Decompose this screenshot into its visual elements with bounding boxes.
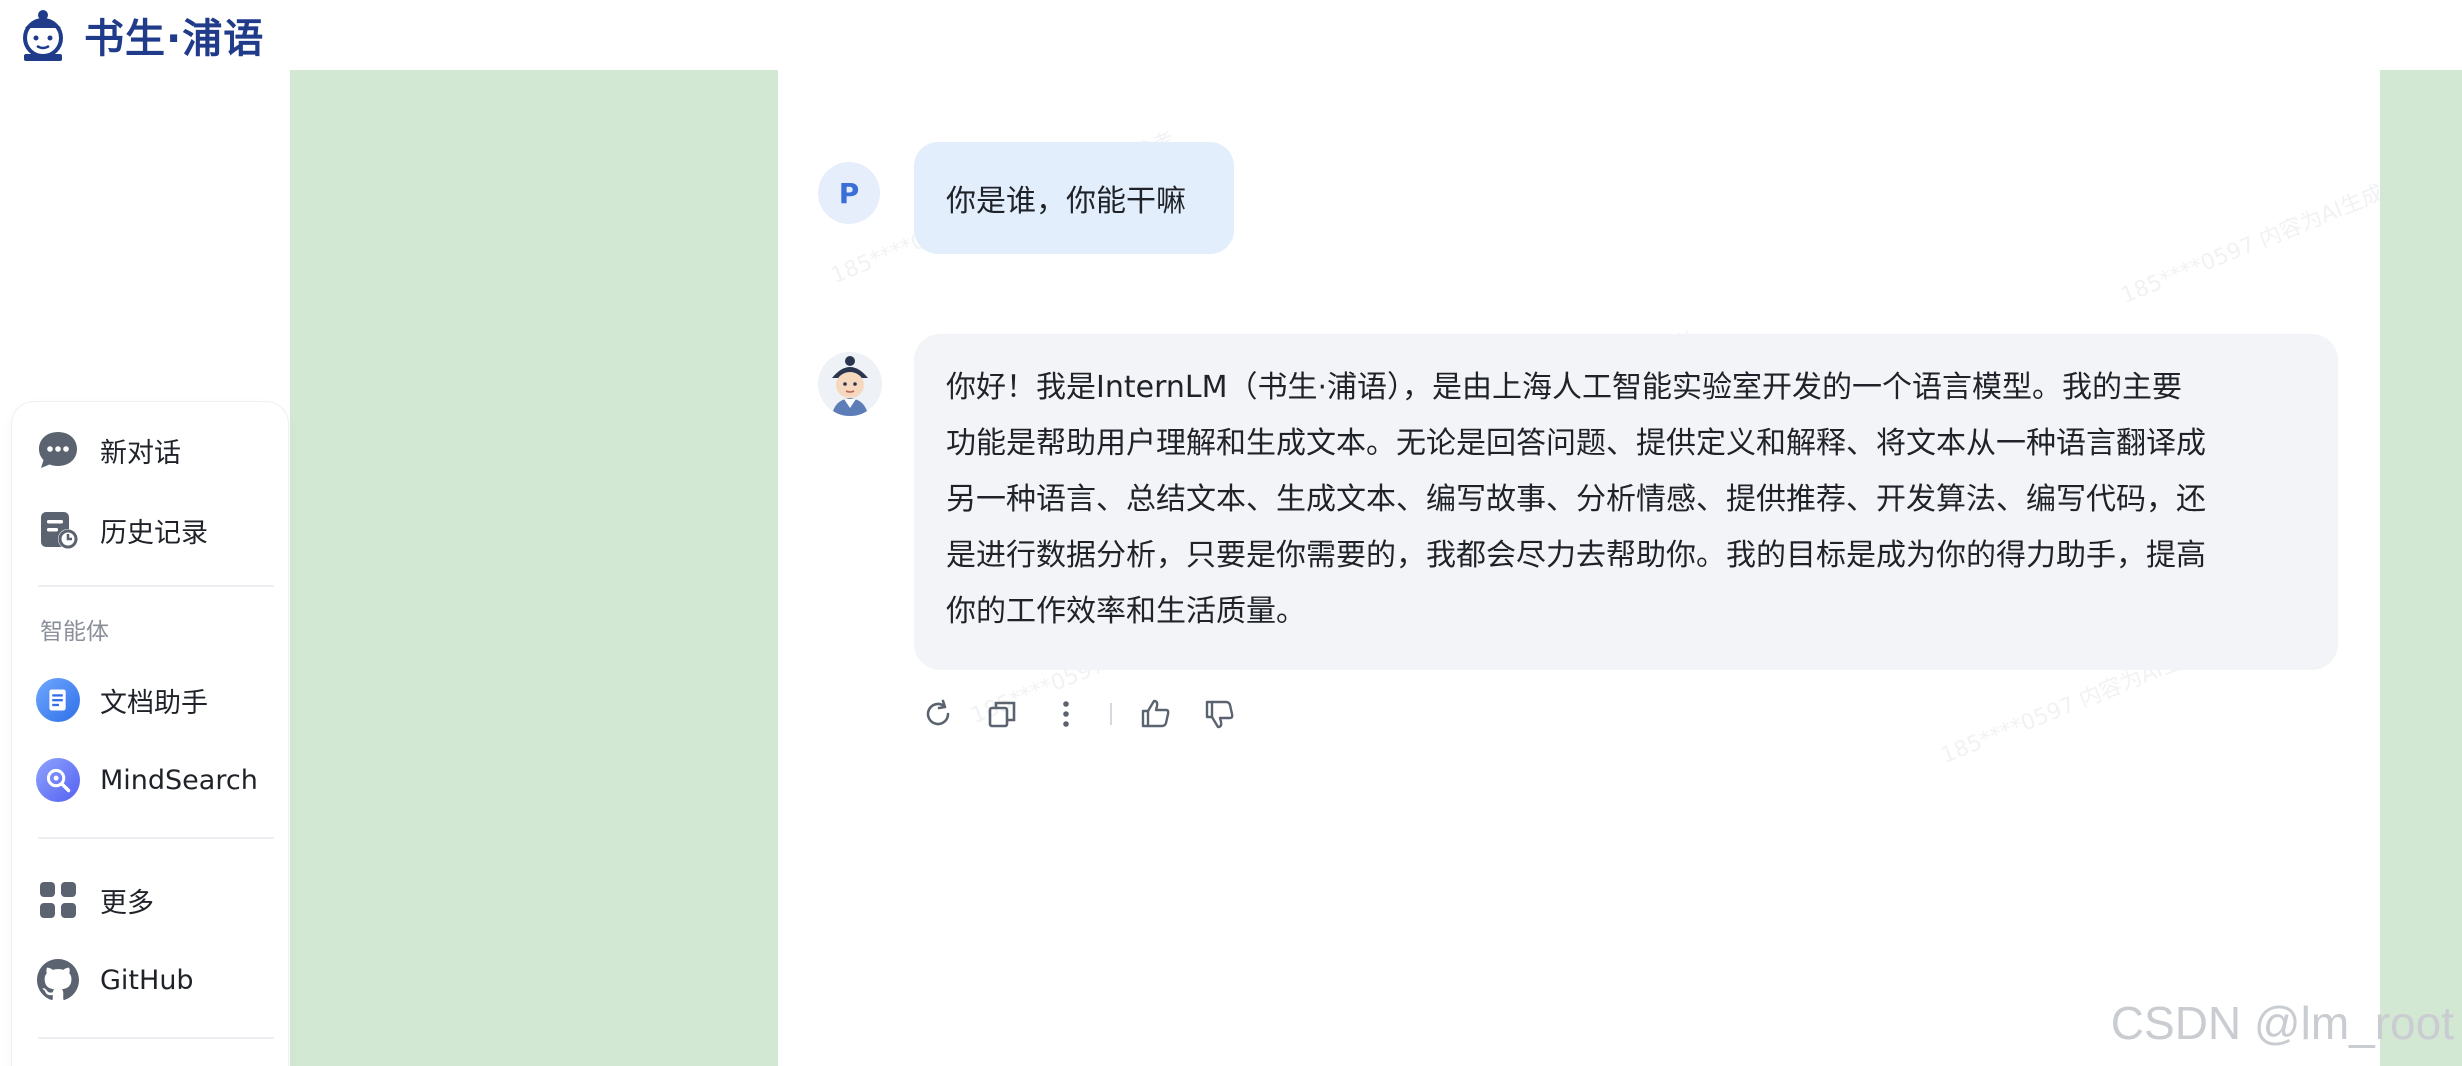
user-avatar: P xyxy=(818,162,880,224)
user-message-bubble: 你是谁，你能干嘛 xyxy=(914,142,1234,254)
dislike-button[interactable] xyxy=(1196,690,1244,738)
assistant-avatar xyxy=(818,352,882,416)
brand-logo[interactable]: 书生·浦语 xyxy=(14,6,264,64)
more-options-button[interactable] xyxy=(1042,690,1090,738)
watermark-text: 185****0597 内容为AI生成仅供参考 xyxy=(2117,147,2380,309)
assistant-message-line: 另一种语言、总结文本、生成文本、编写故事、分析情感、提供推荐、开发算法、编写代码… xyxy=(946,482,2206,517)
regenerate-button[interactable] xyxy=(914,690,962,738)
document-assistant-icon xyxy=(36,678,80,722)
sidebar-item-label: GitHub xyxy=(100,964,194,996)
user-message-text: 你是谁，你能干嘛 xyxy=(946,184,1186,219)
copy-icon xyxy=(988,701,1016,728)
sidebar-item-label: 新对话 xyxy=(100,437,181,469)
grid-apps-icon xyxy=(36,878,80,922)
sidebar-divider xyxy=(38,1037,274,1039)
background-band-left xyxy=(290,70,778,1066)
assistant-message-line: 功能是帮助用户理解和生成文本。无论是回答问题、提供定义和解释、将文本从一种语言翻… xyxy=(946,426,2206,461)
sidebar-item-label: 历史记录 xyxy=(100,517,208,549)
github-icon xyxy=(36,958,80,1002)
mascot-logo-icon xyxy=(23,10,63,61)
mindsearch-icon xyxy=(36,758,80,802)
copy-button[interactable] xyxy=(978,690,1026,738)
history-icon xyxy=(36,508,80,552)
csdn-watermark: CSDN @lm_root xyxy=(2110,997,2454,1049)
assistant-message-bubble: 你好！我是InternLM（书生·浦语），是由上海人工智能实验室开发的一个语言模… xyxy=(914,334,2338,670)
thumbs-up-icon xyxy=(1141,699,1170,728)
sidebar-item-label: MindSearch xyxy=(100,764,258,796)
sidebar-divider xyxy=(38,585,274,587)
sidebar-item-mindsearch[interactable]: MindSearch xyxy=(36,752,258,808)
assistant-message-line: 你的工作效率和生活质量。 xyxy=(946,594,1306,629)
sidebar-item-label: 文档助手 xyxy=(100,687,208,719)
assistant-mascot-icon xyxy=(818,352,882,416)
message-action-bar xyxy=(914,690,1260,738)
assistant-message-line: 你好！我是InternLM（书生·浦语），是由上海人工智能实验室开发的一个语言模… xyxy=(946,370,2183,405)
like-button[interactable] xyxy=(1132,690,1180,738)
agents-section-label: 智能体 xyxy=(40,619,109,645)
sidebar-divider xyxy=(38,837,274,839)
action-separator xyxy=(1110,703,1112,725)
assistant-message-line: 是进行数据分析，只要是你需要的，我都会尽力去帮助你。我的目标是成为你的得力助手，… xyxy=(946,538,2206,573)
regenerate-icon xyxy=(926,699,950,726)
chat-bubble-icon xyxy=(36,428,80,472)
sidebar-item-github[interactable]: GitHub xyxy=(36,952,194,1008)
background-band-right xyxy=(2380,70,2462,1066)
sidebar-item-history[interactable]: 历史记录 xyxy=(36,502,208,558)
thumbs-down-icon xyxy=(1205,700,1234,729)
sidebar: 新对话 历史记录 智能体 文档助手 MindSearch 更多 GitHub xyxy=(12,402,288,1066)
brand-name: 书生·浦语 xyxy=(84,16,265,62)
app-root: 书生·浦语 185****0597 内容为AI生成仅供参考 185****059… xyxy=(0,0,2462,1066)
sidebar-item-label: 更多 xyxy=(100,887,154,919)
sidebar-item-more[interactable]: 更多 xyxy=(36,872,154,928)
sidebar-item-new-chat[interactable]: 新对话 xyxy=(36,422,181,478)
more-vertical-icon xyxy=(1063,701,1069,727)
sidebar-item-document-assistant[interactable]: 文档助手 xyxy=(36,672,208,728)
